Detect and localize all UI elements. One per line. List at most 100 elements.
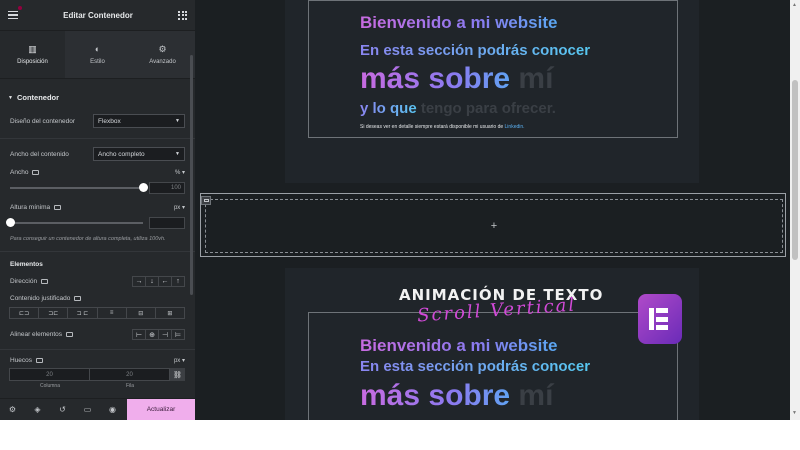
link-icon[interactable]: ⛓ [170, 368, 185, 381]
align-start-button[interactable]: ⊢ [132, 329, 146, 340]
direction-column-reverse-button[interactable]: ↑ [171, 276, 185, 287]
min-height-input[interactable] [149, 217, 185, 229]
gap-row-label: Fila [125, 383, 135, 389]
justify-space-between-button[interactable]: ≡ [96, 307, 127, 319]
container-layout-label: Diseño del contenedor [10, 117, 76, 125]
min-height-slider[interactable] [5, 218, 143, 227]
container-layout-select[interactable]: Flexbox ▼ [93, 114, 185, 128]
section-handle[interactable] [201, 196, 211, 205]
gaps-inputs: 20 20 ⛓ [0, 368, 195, 381]
content-width-label: Ancho del contenido [10, 150, 69, 158]
add-element-icon[interactable]: + [491, 220, 497, 232]
align-stretch-button[interactable]: ⊨ [171, 329, 185, 340]
panel-scrollbar[interactable] [190, 55, 193, 295]
update-button[interactable]: Actualizar [127, 398, 195, 421]
justify-start-button[interactable]: ⊏⊐ [9, 307, 40, 319]
unit-value: px [173, 358, 181, 364]
scroll-down-icon[interactable]: ▼ [792, 410, 797, 416]
width-slider[interactable] [10, 183, 148, 192]
justify-end-button[interactable]: ⊐ ⊏ [67, 307, 98, 319]
tab-label: Avanzado [149, 58, 176, 65]
tab-style[interactable]: ◐ Estilo [65, 31, 130, 78]
desktop-icon[interactable] [41, 279, 49, 284]
min-height-unit-select[interactable]: px ▾ [174, 204, 185, 211]
divider [0, 138, 195, 139]
responsive-icon[interactable]: ▭ [75, 405, 100, 414]
editor-panel: Editar Contenedor ▥ Disposición ◐ Estilo… [0, 0, 195, 420]
min-height-hint: Para conseguir un contenedor de altura c… [10, 236, 166, 242]
scrollbar-thumb[interactable] [792, 80, 798, 260]
bottom-line-3: más sobre mí [360, 378, 553, 414]
bottom-line-2: En esta sección podrás conocer [360, 358, 591, 375]
tab-layout[interactable]: ▥ Disposición [0, 31, 65, 78]
direction-row-button[interactable]: → [132, 276, 146, 287]
menu-icon[interactable] [8, 6, 22, 19]
desktop-icon[interactable] [74, 296, 82, 301]
elementor-editor: Editar Contenedor ▥ Disposición ◐ Estilo… [0, 0, 800, 450]
gap-row-input[interactable]: 20 [89, 368, 170, 381]
select-value: Ancho completo [98, 150, 145, 158]
align-label: Alinear elementos [10, 331, 63, 338]
panel-tabs: ▥ Disposición ◐ Estilo ⚙ Avanzado [0, 31, 195, 79]
gaps-unit-select[interactable]: px ▾ [174, 357, 185, 364]
desktop-icon[interactable] [36, 358, 44, 363]
gaps-label-wrap: Huecos [10, 357, 44, 364]
canvas-scrollbar[interactable]: ▲ ▼ [790, 0, 800, 420]
top-line-3-ghost: mí [518, 62, 554, 95]
tab-label: Estilo [90, 58, 105, 65]
direction-row-reverse-button[interactable]: ← [158, 276, 172, 287]
justify-buttons: ⊏⊐ ⊐⊏ ⊐ ⊏ ≡ ⊟ ⊞ [0, 307, 195, 319]
justify-center-button[interactable]: ⊐⊏ [38, 307, 69, 319]
container-icon [203, 199, 209, 202]
linkedin-link[interactable]: Linkedin. [505, 124, 525, 130]
select-value: Flexbox [98, 117, 121, 125]
justify-label: Contenido justificado [10, 295, 71, 302]
tab-advanced[interactable]: ⚙ Avanzado [130, 31, 195, 78]
elements-heading: Elementos [10, 261, 43, 268]
align-end-button[interactable]: ⊣ [158, 329, 172, 340]
preview-eye-icon[interactable]: ◉ [100, 405, 125, 414]
top-line-4-ghost: tengo para ofrecer. [420, 100, 556, 117]
width-label-wrap: Ancho [10, 169, 40, 176]
desktop-icon[interactable] [32, 170, 40, 175]
direction-row: Dirección → ↓ ← ↑ [0, 276, 195, 287]
gaps-sublabels: Columna Fila [0, 383, 195, 389]
min-height-label: Altura mínima [10, 204, 51, 211]
fine-print-text: Si deseas ver en detalle siempre estará … [360, 124, 505, 130]
slider-handle[interactable] [5, 218, 15, 227]
scroll-up-icon[interactable]: ▲ [792, 2, 797, 8]
unit-value: px [173, 205, 181, 211]
gap-column-label: Columna [39, 383, 60, 389]
history-icon[interactable]: ↺ [50, 405, 75, 414]
top-line-4-main: y lo que [360, 100, 421, 117]
desktop-icon[interactable] [66, 332, 74, 337]
gap-column-input[interactable]: 20 [9, 368, 90, 381]
justify-space-around-button[interactable]: ⊟ [125, 307, 156, 319]
widgets-grid-icon[interactable] [178, 10, 187, 20]
divider [0, 251, 195, 252]
top-line-3: más sobre mí [360, 62, 553, 96]
align-center-button[interactable]: ⊕ [145, 329, 159, 340]
top-line-2: En esta sección podrás conocer [360, 42, 591, 59]
settings-icon[interactable]: ⚙ [0, 405, 25, 414]
justify-label-wrap: Contenido justificado [10, 295, 82, 302]
slider-handle[interactable] [138, 183, 148, 192]
empty-container-dropzone[interactable]: + [205, 199, 783, 253]
bottom-line-1: Bienvenido a mi website [360, 336, 558, 355]
unit-value: % [174, 170, 181, 176]
section-container-toggle[interactable]: ▼ Contenedor [0, 79, 195, 110]
width-input[interactable]: 100 [149, 182, 185, 194]
panel-header: Editar Contenedor [0, 0, 195, 31]
panel-footer: ⚙ ◈ ↺ ▭ ◉ Actualizar [0, 398, 195, 421]
bottom-line-3-main: más sobre [360, 379, 519, 412]
chevron-down-icon: ▼ [175, 118, 180, 124]
desktop-icon[interactable] [54, 205, 62, 210]
direction-column-button[interactable]: ↓ [145, 276, 159, 287]
layers-icon[interactable]: ◈ [25, 405, 50, 414]
justify-space-evenly-button[interactable]: ⊞ [154, 307, 186, 319]
top-fine-print: Si deseas ver en detalle siempre estará … [360, 124, 525, 130]
width-unit-select[interactable]: % ▾ [175, 169, 185, 176]
content-width-select[interactable]: Ancho completo ▼ [93, 147, 185, 161]
divider [0, 349, 195, 350]
content-width-row: Ancho del contenido Ancho completo ▼ [0, 147, 195, 161]
